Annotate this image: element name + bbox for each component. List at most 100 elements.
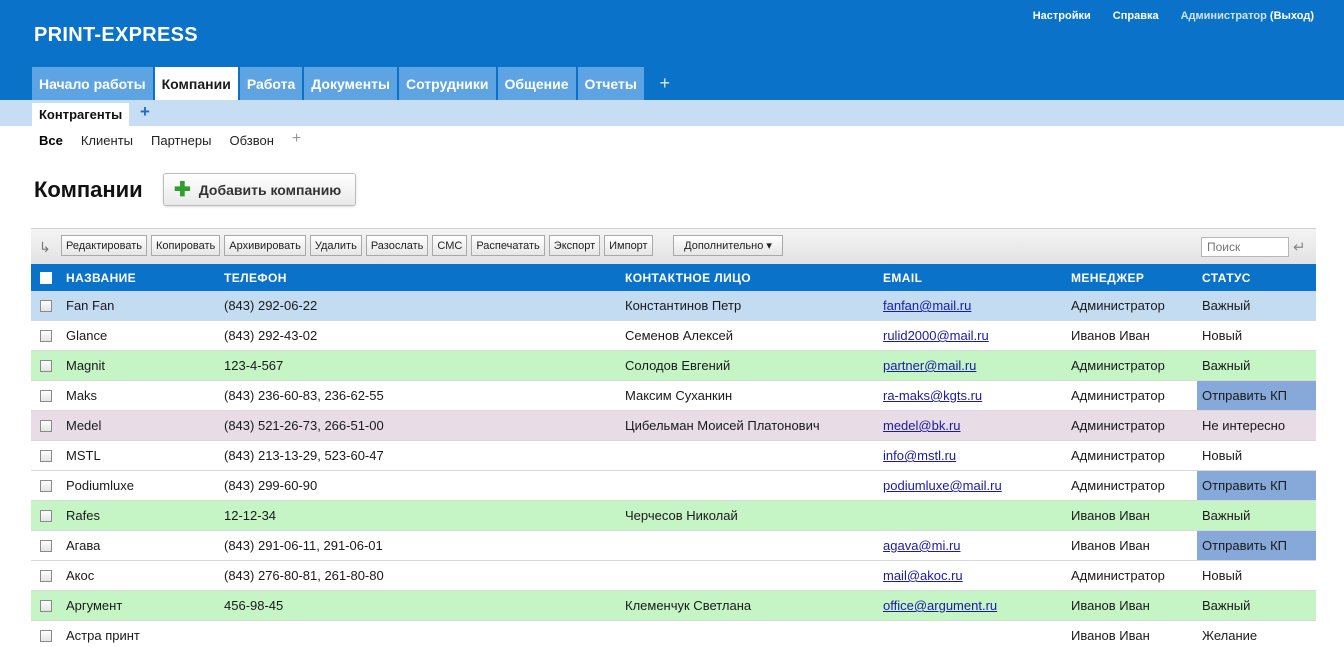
column-header-email[interactable]: EMAIL: [883, 264, 922, 291]
row-checkbox[interactable]: [40, 419, 52, 432]
filter-tab[interactable]: Все: [39, 133, 63, 148]
email-link[interactable]: ra-maks@kgts.ru: [883, 388, 982, 403]
toolbar-button[interactable]: Архивировать: [224, 235, 306, 256]
contact-cell: Клеменчук Светлана: [625, 598, 752, 613]
column-header-phone[interactable]: ТЕЛЕФОН: [224, 264, 287, 291]
filter-tab[interactable]: Партнеры: [151, 133, 211, 148]
company-name[interactable]: Fan Fan: [66, 291, 114, 320]
row-checkbox[interactable]: [40, 389, 52, 402]
company-name[interactable]: Аргумент: [66, 591, 122, 620]
status-cell: Важный: [1202, 358, 1251, 373]
row-checkbox[interactable]: [40, 629, 52, 642]
more-actions-dropdown[interactable]: Дополнительно ▾: [673, 235, 783, 256]
row-checkbox[interactable]: [40, 569, 52, 582]
search-submit-icon[interactable]: ↵: [1293, 238, 1306, 256]
email-link[interactable]: podiumluxe@mail.ru: [883, 478, 1002, 493]
email-cell: info@mstl.ru: [883, 441, 956, 470]
toolbar-button[interactable]: Распечатать: [471, 235, 545, 256]
table-row[interactable]: Maks (843) 236-60-83, 236-62-55 Максим Сух…: [31, 381, 1316, 411]
main-tab[interactable]: Документы: [304, 67, 397, 100]
table-row[interactable]: Акос (843) 276-80-81, 261-80-80 mail@akoc.…: [31, 561, 1316, 591]
main-tabs: Начало работы Компании Работа Документы Сотр…: [32, 67, 680, 100]
company-name[interactable]: Акос: [66, 561, 94, 590]
table-row[interactable]: MSTL (843) 213-13-29, 523-60-47 info@mstl.…: [31, 441, 1316, 471]
status-cell: Отправить КП: [1197, 471, 1316, 500]
email-link[interactable]: medel@bk.ru: [883, 418, 961, 433]
table-row[interactable]: Podiumluxe (843) 299-60-90 podiumluxe@mail…: [31, 471, 1316, 501]
company-name[interactable]: Rafes: [66, 501, 100, 530]
table-row[interactable]: Fan Fan (843) 292-06-22 Константинов Петр f…: [31, 291, 1316, 321]
company-name[interactable]: MSTL: [66, 441, 101, 470]
table-row[interactable]: Medel (843) 521-26-73, 266-51-00 Цибельман…: [31, 411, 1316, 441]
company-name[interactable]: Medel: [66, 411, 101, 440]
row-checkbox[interactable]: [40, 449, 52, 462]
row-checkbox[interactable]: [40, 599, 52, 612]
email-link[interactable]: mail@akoc.ru: [883, 568, 963, 583]
select-arrow-icon[interactable]: ↳: [39, 239, 51, 256]
row-checkbox[interactable]: [40, 359, 52, 372]
column-header-status[interactable]: СТАТУС: [1197, 264, 1316, 291]
column-header-contact[interactable]: КОНТАКТНОЕ ЛИЦО: [625, 264, 751, 291]
column-header-name[interactable]: НАЗВАНИЕ: [66, 264, 136, 291]
filter-tab[interactable]: Клиенты: [81, 133, 133, 148]
select-all-checkbox[interactable]: [40, 271, 52, 284]
email-link[interactable]: partner@mail.ru: [883, 358, 976, 373]
company-name[interactable]: Magnit: [66, 351, 105, 380]
toolbar-button[interactable]: Экспорт: [548, 235, 601, 256]
status-cell: Новый: [1202, 448, 1243, 463]
add-filter-button[interactable]: +: [292, 130, 301, 148]
email-link[interactable]: office@argument.ru: [883, 598, 997, 613]
filter-tab[interactable]: Обзвон: [229, 133, 273, 148]
search-input[interactable]: [1201, 237, 1289, 257]
sub-tab-bar: Контрагенты +: [0, 100, 1344, 126]
company-name[interactable]: Агава: [66, 531, 100, 560]
main-tab[interactable]: Компании: [154, 67, 238, 100]
email-cell: partner@mail.ru: [883, 351, 976, 380]
status-cell: Важный: [1202, 598, 1251, 613]
company-name[interactable]: Maks: [66, 381, 97, 410]
brand-logo[interactable]: PRINT-EXPRESS: [34, 24, 198, 47]
logout-link[interactable]: (Выход): [1270, 10, 1314, 22]
row-select-cell: [40, 321, 52, 350]
toolbar-button[interactable]: Удалить: [309, 235, 362, 256]
toolbar-button[interactable]: Импорт: [604, 235, 653, 256]
main-tab[interactable]: Работа: [239, 67, 303, 100]
settings-link[interactable]: Настройки: [1033, 10, 1091, 22]
add-main-tab-button[interactable]: +: [650, 67, 680, 100]
table-row[interactable]: Magnit 123-4-567 Солодов Евгений partner@ma…: [31, 351, 1316, 381]
toolbar-button[interactable]: Разослать: [365, 235, 429, 256]
row-checkbox[interactable]: [40, 539, 52, 552]
row-checkbox[interactable]: [40, 299, 52, 312]
toolbar-button[interactable]: Редактировать: [61, 235, 147, 256]
row-checkbox[interactable]: [40, 329, 52, 342]
row-select-cell: [40, 561, 52, 590]
main-tab[interactable]: Сотрудники: [398, 67, 496, 100]
company-name[interactable]: Podiumluxe: [66, 471, 134, 500]
email-link[interactable]: info@mstl.ru: [883, 448, 956, 463]
row-checkbox[interactable]: [40, 509, 52, 522]
add-subtab-button[interactable]: +: [140, 102, 150, 122]
table-row[interactable]: Астра принт Иванов Иван Желание: [31, 621, 1316, 647]
toolbar-button[interactable]: СМС: [432, 235, 468, 256]
table-row[interactable]: Rafes 12-12-34 Черчесов Николай Иванов Иван…: [31, 501, 1316, 531]
tab-contractors[interactable]: Контрагенты: [32, 103, 130, 126]
toolbar-button[interactable]: Копировать: [151, 235, 221, 256]
table-row[interactable]: Glance (843) 292-43-02 Семенов Алексей ruli…: [31, 321, 1316, 351]
row-select-cell: [40, 501, 52, 530]
email-link[interactable]: rulid2000@mail.ru: [883, 328, 989, 343]
column-header-manager[interactable]: МЕНЕДЖЕР: [1071, 264, 1144, 291]
help-link[interactable]: Справка: [1113, 10, 1159, 22]
main-tab[interactable]: Общение: [497, 67, 576, 100]
company-name[interactable]: Glance: [66, 321, 107, 350]
main-tab[interactable]: Отчеты: [577, 67, 644, 100]
row-checkbox[interactable]: [40, 479, 52, 492]
email-link[interactable]: fanfan@mail.ru: [883, 298, 971, 313]
phone-cell: (843) 291-06-11, 291-06-01: [224, 538, 383, 553]
main-tab[interactable]: Начало работы: [32, 67, 153, 100]
table-row[interactable]: Аргумент 456-98-45 Клеменчук Светлана offic…: [31, 591, 1316, 621]
company-name[interactable]: Астра принт: [66, 621, 140, 647]
table-row[interactable]: Агава (843) 291-06-11, 291-06-01 agava@mi.…: [31, 531, 1316, 561]
manager-cell: Иванов Иван: [1071, 538, 1150, 553]
email-link[interactable]: agava@mi.ru: [883, 538, 961, 553]
add-company-button[interactable]: ✚ Добавить компанию: [163, 173, 356, 206]
